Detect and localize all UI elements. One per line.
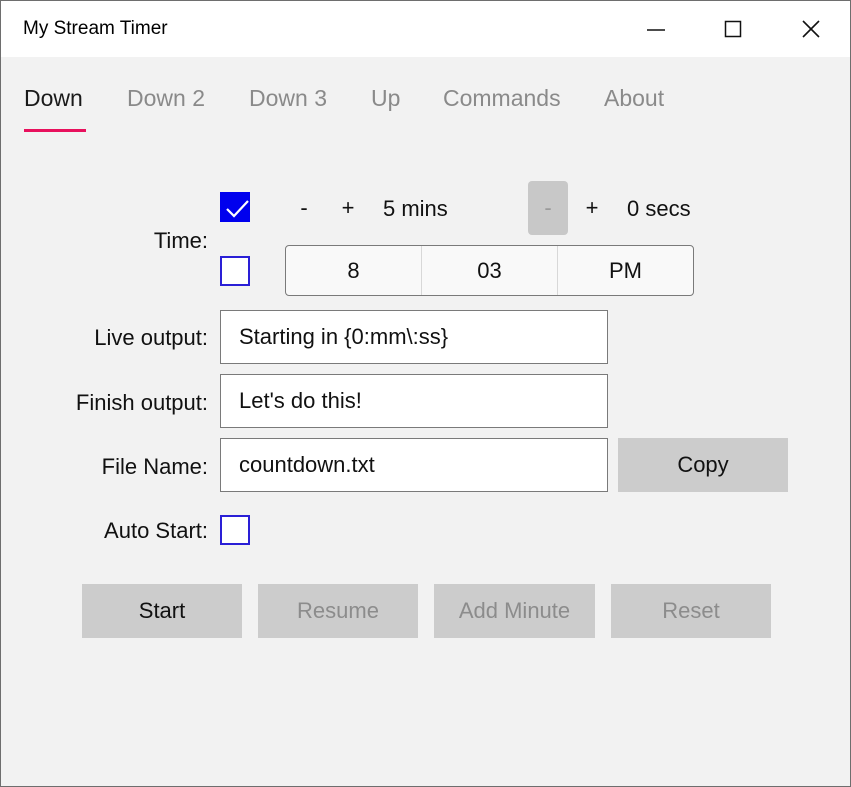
tab-commands[interactable]: Commands xyxy=(443,85,561,112)
copy-button[interactable]: Copy xyxy=(618,438,788,492)
live-output-input[interactable]: Starting in {0:mm\:ss} xyxy=(220,310,608,364)
clock-period[interactable]: PM xyxy=(558,246,693,295)
add-minute-button[interactable]: Add Minute xyxy=(434,584,595,638)
title-bar[interactable]: My Stream Timer xyxy=(1,1,850,57)
tab-down-2[interactable]: Down 2 xyxy=(127,85,205,112)
maximize-button[interactable] xyxy=(695,1,773,57)
seconds-increment-button[interactable]: + xyxy=(572,181,612,235)
start-button[interactable]: Start xyxy=(82,584,242,638)
minutes-decrement-button[interactable]: - xyxy=(284,181,324,235)
checkmark-icon xyxy=(226,200,249,218)
finish-output-label: Finish output: xyxy=(75,390,208,415)
resume-button[interactable]: Resume xyxy=(258,584,418,638)
tab-about[interactable]: About xyxy=(604,85,664,112)
minutes-value: 5 mins xyxy=(383,196,448,221)
app-window: My Stream Timer Down Down 2 Down 3 Up Co… xyxy=(0,0,851,787)
tab-down-3[interactable]: Down 3 xyxy=(249,85,327,112)
close-button[interactable] xyxy=(773,1,850,57)
maximize-icon xyxy=(724,20,742,38)
file-name-label: File Name: xyxy=(101,454,208,479)
file-name-input[interactable]: countdown.txt xyxy=(220,438,608,492)
live-output-label: Live output: xyxy=(94,325,208,350)
minimize-icon xyxy=(647,29,665,31)
clock-hour[interactable]: 8 xyxy=(286,246,422,295)
duration-mode-checkbox[interactable] xyxy=(220,192,250,222)
clock-mode-checkbox[interactable] xyxy=(220,256,250,286)
window-title: My Stream Timer xyxy=(23,18,168,39)
tab-down[interactable]: Down xyxy=(24,85,83,112)
finish-output-input[interactable]: Let's do this! xyxy=(220,374,608,428)
close-icon xyxy=(802,20,820,38)
reset-button[interactable]: Reset xyxy=(611,584,771,638)
minimize-button[interactable] xyxy=(617,1,695,57)
auto-start-checkbox[interactable] xyxy=(220,515,250,545)
clock-minute[interactable]: 03 xyxy=(422,246,558,295)
active-tab-indicator xyxy=(24,129,86,132)
auto-start-label: Auto Start: xyxy=(104,518,208,543)
seconds-decrement-button[interactable]: - xyxy=(528,181,568,235)
seconds-value: 0 secs xyxy=(627,196,691,221)
minutes-increment-button[interactable]: + xyxy=(328,181,368,235)
tab-up[interactable]: Up xyxy=(371,85,400,112)
clock-time-picker[interactable]: 8 03 PM xyxy=(285,245,694,296)
time-label: Time: xyxy=(153,228,208,253)
